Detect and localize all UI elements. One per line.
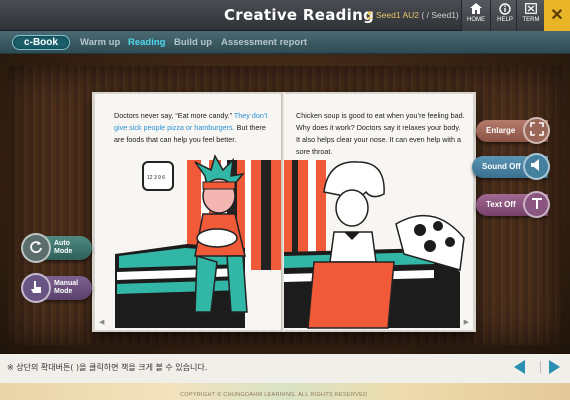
text-icon [523, 191, 550, 218]
hand-pointer-icon [21, 273, 51, 303]
user-level: AU2 [402, 10, 420, 20]
enlarge-hint-text: ※ 상단의 확대버튼( )을 클릭하면 책을 크게 볼 수 있습니다. [7, 363, 208, 372]
user-icon [366, 11, 373, 19]
home-icon [462, 0, 490, 17]
previous-page-button[interactable] [514, 360, 525, 374]
auto-mode-label: Auto Mode [54, 240, 73, 255]
user-info: Seed1 AU2 ( / Seed1) [366, 10, 459, 20]
tab-assessment-report[interactable]: Assessment report [221, 37, 307, 48]
book-page-right: Chicken soup is good to eat when you’re … [284, 94, 473, 330]
term-label: TERM [522, 17, 540, 23]
app-title: Creative Reading [224, 6, 375, 24]
help-button[interactable]: HELP [490, 0, 519, 31]
close-button[interactable]: ✕ [544, 0, 570, 31]
page-turn-right-icon[interactable]: ▶ [464, 318, 469, 326]
tab-reading[interactable]: Reading [128, 37, 165, 48]
home-button[interactable]: HOME [461, 0, 490, 31]
tab-build-up[interactable]: Build up [174, 37, 212, 48]
reading-stage: Doctors never say, “Eat more candy.” The… [0, 54, 570, 354]
brand-badge[interactable]: c-Book [12, 35, 70, 50]
help-icon [491, 0, 519, 17]
enlarge-label: Enlarge [486, 126, 516, 135]
sound-off-label: Sound Off [482, 162, 521, 171]
user-path: ( / Seed1) [421, 10, 459, 20]
right-page-illustration [284, 160, 465, 329]
enlarge-button[interactable]: Enlarge [476, 117, 550, 144]
home-label: HOME [467, 17, 485, 23]
auto-mode-button[interactable]: Auto Mode [21, 233, 92, 263]
left-page-illustration: 12 3 9 6 [115, 154, 284, 328]
user-name: Seed1 [376, 10, 401, 20]
speaker-icon [523, 153, 550, 180]
right-page-text: Chicken soup is good to eat when you’re … [296, 111, 465, 156]
text-off-button[interactable]: Text Off [476, 191, 550, 218]
sound-off-button[interactable]: Sound Off [472, 153, 550, 180]
next-page-button[interactable] [549, 360, 560, 374]
nav-bar: c-Book Warm up Reading Build up Assessme… [0, 31, 570, 54]
footer-divider [540, 361, 541, 373]
copyright-text: COPYRIGHT © CHUNGDAHM LEARNING. ALL RIGH… [180, 392, 368, 398]
refresh-icon [21, 233, 51, 263]
close-icon: ✕ [550, 7, 564, 24]
top-bar: Creative Reading Seed1 AU2 ( / Seed1) HO… [0, 0, 570, 31]
manual-mode-label: Manual Mode [54, 280, 79, 295]
book-page-left: Doctors never say, “Eat more candy.” The… [95, 94, 284, 330]
open-book: Doctors never say, “Eat more candy.” The… [92, 92, 476, 332]
left-page-text: Doctors never say, “Eat more candy.” The… [114, 110, 274, 146]
left-text-start: Doctors never say, “Eat more candy.” [114, 111, 234, 120]
page-turn-left-icon[interactable]: ◀ [99, 318, 104, 326]
text-off-label: Text Off [486, 200, 516, 209]
footer: ※ 상단의 확대버튼( )을 클릭하면 책을 크게 볼 수 있습니다. COPY… [0, 354, 570, 400]
help-label: HELP [497, 17, 513, 23]
tab-warm-up[interactable]: Warm up [80, 37, 120, 48]
term-icon [517, 0, 545, 17]
clock-face: 12 3 9 6 [147, 175, 165, 181]
manual-mode-button[interactable]: Manual Mode [21, 273, 92, 303]
expand-icon [523, 117, 550, 144]
term-button[interactable]: TERM [516, 0, 545, 31]
